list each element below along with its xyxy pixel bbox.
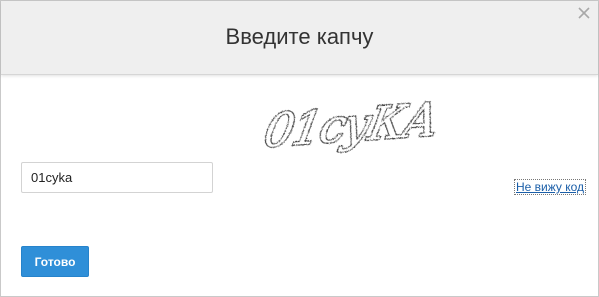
close-icon[interactable] <box>576 5 592 21</box>
captcha-text: 01суКА <box>260 99 441 159</box>
dialog-header: Введите капчу <box>1 1 598 75</box>
captcha-dialog: Введите капчу 01суКА Не вижу код Готово <box>0 0 599 297</box>
captcha-answer-input[interactable] <box>21 162 213 193</box>
submit-button[interactable]: Готово <box>21 246 89 277</box>
dialog-title: Введите капчу <box>225 24 374 49</box>
cant-see-code-link[interactable]: Не вижу код <box>514 179 587 195</box>
captcha-image: 01суКА <box>256 93 474 163</box>
